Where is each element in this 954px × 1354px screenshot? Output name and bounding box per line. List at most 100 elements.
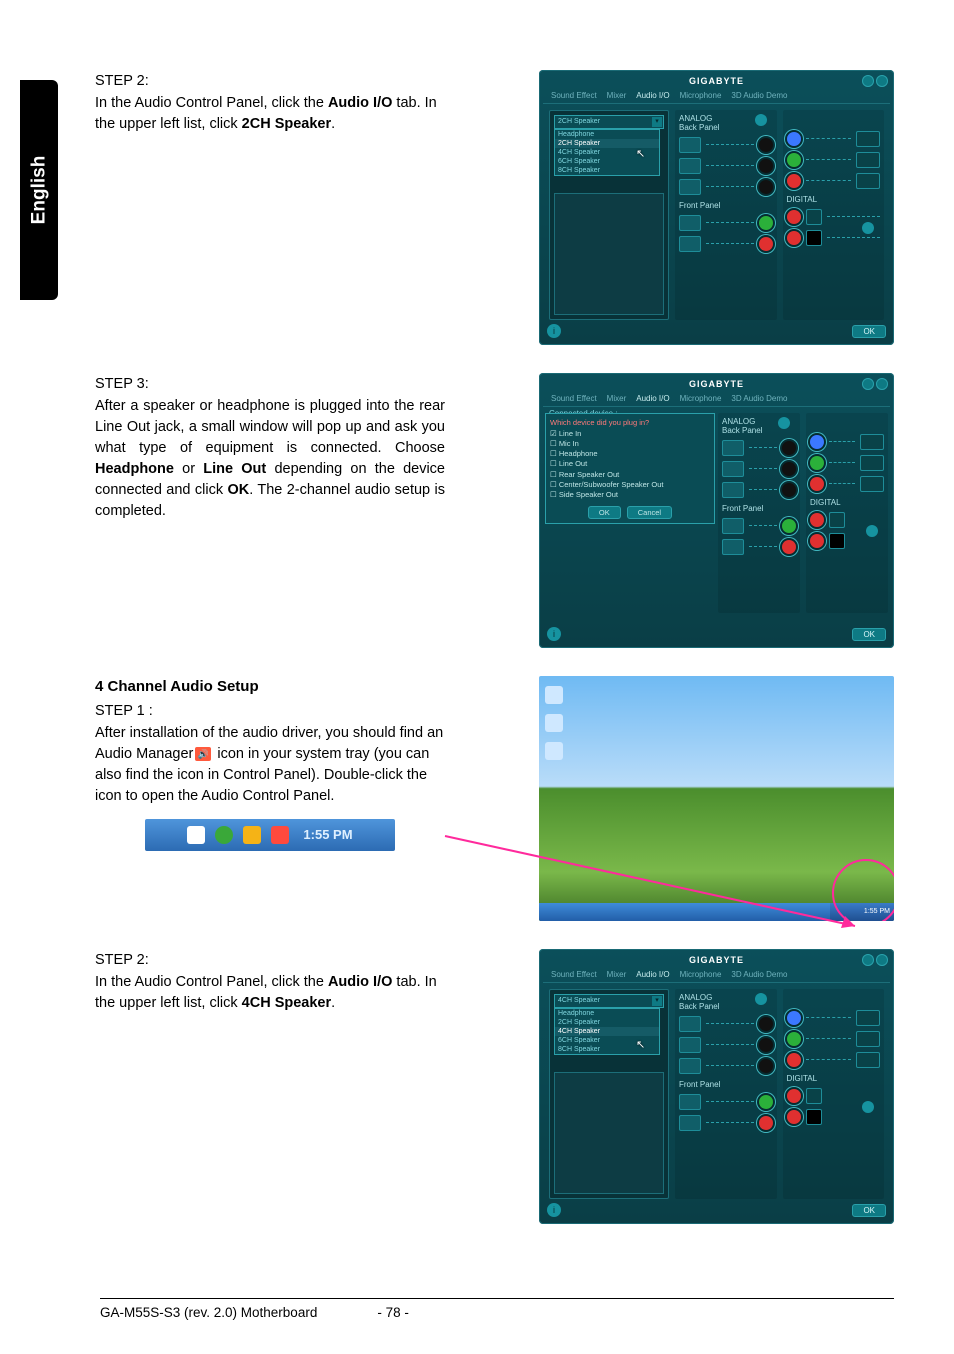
speaker-dropdown[interactable]: 4CH Speaker ▾ — [554, 994, 664, 1008]
popup-ok-button[interactable]: OK — [588, 506, 621, 519]
tool-icon[interactable] — [862, 222, 874, 234]
tab-microphone[interactable]: Microphone — [680, 970, 722, 979]
tab-mixer[interactable]: Mixer — [607, 970, 627, 979]
tool-icon[interactable] — [866, 525, 878, 537]
step2-2ch-block: STEP 2: In the Audio Control Panel, clic… — [95, 70, 894, 345]
audio-control-panel-4ch: GIGABYTE Sound Effect Mixer Audio I/O Mi… — [539, 949, 894, 1224]
tool-icon[interactable] — [862, 1101, 874, 1113]
speaker-config-box: 2CH Speaker ▾ Headphone 2CH Speaker 4CH … — [549, 110, 669, 320]
jack-front-green[interactable] — [759, 216, 773, 230]
tab-audio-io[interactable]: Audio I/O — [636, 394, 669, 403]
jack-green[interactable] — [787, 153, 801, 167]
tab-3d-audio[interactable]: 3D Audio Demo — [731, 91, 787, 100]
option-4ch[interactable]: 4CH Speaker — [555, 1027, 659, 1036]
coax-icon — [806, 230, 822, 246]
audio-control-panel-2ch: GIGABYTE Sound Effect Mixer Audio I/O Mi… — [539, 70, 894, 345]
desktop-icon — [545, 686, 563, 704]
option-2ch[interactable]: 2CH Speaker — [555, 1018, 659, 1027]
audio-manager-tray-icon[interactable] — [271, 826, 289, 844]
chevron-down-icon: ▾ — [652, 117, 662, 127]
chevron-down-icon: ▾ — [652, 996, 662, 1006]
step1-4ch-block: 4 Channel Audio Setup STEP 1 : After ins… — [95, 676, 894, 921]
option-line-out[interactable]: ☐ Line Out — [550, 459, 710, 469]
info-icon[interactable]: i — [547, 627, 561, 641]
speaker-dropdown[interactable]: 2CH Speaker ▾ — [554, 115, 664, 129]
tray-icon — [243, 826, 261, 844]
minimize-icon[interactable] — [862, 378, 874, 390]
digital-label: DIGITAL — [787, 195, 881, 204]
desktop-icon — [545, 714, 563, 732]
tool-icon[interactable] — [755, 993, 767, 1005]
tab-audio-io[interactable]: Audio I/O — [636, 91, 669, 100]
minimize-icon[interactable] — [862, 75, 874, 87]
jack-black3[interactable] — [759, 180, 773, 194]
digital-out-red2[interactable] — [787, 231, 801, 245]
tab-3d-audio[interactable]: 3D Audio Demo — [731, 394, 787, 403]
device-icon — [856, 131, 880, 147]
option-8ch[interactable]: 8CH Speaker — [555, 166, 659, 175]
jack-front-red[interactable] — [759, 237, 773, 251]
option-side-speaker[interactable]: ☐ Side Speaker Out — [550, 490, 710, 500]
room-diagram — [554, 1072, 664, 1194]
step3-block: STEP 3: After a speaker or headphone is … — [95, 373, 894, 648]
tab-sound-effect[interactable]: Sound Effect — [551, 91, 597, 100]
ok-button[interactable]: OK — [852, 1204, 886, 1217]
option-headphone[interactable]: Headphone — [555, 1009, 659, 1018]
language-tab-label: English — [28, 156, 50, 225]
close-icon[interactable] — [876, 378, 888, 390]
audio-control-panel-device-popup: GIGABYTE Sound Effect Mixer Audio I/O Mi… — [539, 373, 894, 648]
ok-button[interactable]: OK — [852, 325, 886, 338]
tool-icon[interactable] — [778, 417, 790, 429]
jack-blue[interactable] — [787, 132, 801, 146]
option-line-in[interactable]: ☑ Line In — [550, 429, 710, 439]
tray-icon — [187, 826, 205, 844]
option-mic-in[interactable]: ☐ Mic In — [550, 439, 710, 449]
step-label: STEP 1 : — [95, 700, 445, 723]
tool-icon[interactable] — [755, 114, 767, 126]
ok-button[interactable]: OK — [852, 628, 886, 641]
jack-black2[interactable] — [759, 159, 773, 173]
option-rear-speaker[interactable]: ☐ Rear Speaker Out — [550, 470, 710, 480]
step3-text: After a speaker or headphone is plugged … — [95, 396, 445, 522]
step2b-text: In the Audio Control Panel, click the Au… — [95, 972, 445, 1014]
option-center-sub[interactable]: ☐ Center/Subwoofer Speaker Out — [550, 480, 710, 490]
option-headphone[interactable]: Headphone — [555, 130, 659, 139]
tab-mixer[interactable]: Mixer — [607, 91, 627, 100]
jack-red[interactable] — [787, 174, 801, 188]
highlight-circle — [832, 859, 894, 921]
tab-sound-effect[interactable]: Sound Effect — [551, 394, 597, 403]
optical-icon — [806, 209, 822, 225]
tray-icon — [215, 826, 233, 844]
tab-3d-audio[interactable]: 3D Audio Demo — [731, 970, 787, 979]
room-diagram — [554, 193, 664, 315]
cursor-icon: ↖ — [636, 1038, 645, 1051]
tab-audio-io[interactable]: Audio I/O — [636, 970, 669, 979]
tab-mixer[interactable]: Mixer — [607, 394, 627, 403]
info-icon[interactable]: i — [547, 1203, 561, 1217]
option-headphone[interactable]: ☐ Headphone — [550, 449, 710, 459]
popup-cancel-button[interactable]: Cancel — [627, 506, 672, 519]
step2a-text: In the Audio Control Panel, click the Au… — [95, 93, 445, 135]
jack-icon — [679, 215, 701, 231]
jack-icon — [679, 236, 701, 252]
page-footer: GA-M55S-S3 (rev. 2.0) Motherboard - 78 - — [100, 1298, 894, 1320]
digital-out-red[interactable] — [787, 210, 801, 224]
step2-4ch-block: STEP 2: In the Audio Control Panel, clic… — [95, 949, 894, 1224]
panel-tabs: Sound Effect Mixer Audio I/O Microphone … — [543, 88, 890, 104]
minimize-icon[interactable] — [862, 954, 874, 966]
language-tab: English — [20, 80, 58, 300]
jack-black[interactable] — [759, 138, 773, 152]
tab-sound-effect[interactable]: Sound Effect — [551, 970, 597, 979]
brand-label: GIGABYTE — [689, 76, 744, 86]
step-label: STEP 3: — [95, 373, 445, 396]
tab-microphone[interactable]: Microphone — [680, 91, 722, 100]
step-label: STEP 2: — [95, 70, 445, 93]
close-icon[interactable] — [876, 75, 888, 87]
info-icon[interactable]: i — [547, 324, 561, 338]
close-icon[interactable] — [876, 954, 888, 966]
jack-icon — [679, 137, 701, 153]
audio-manager-tray-icon: 🔊 — [195, 747, 211, 761]
tray-time: 1:55 PM — [303, 826, 352, 845]
tab-microphone[interactable]: Microphone — [680, 394, 722, 403]
desktop-screenshot: start 1:55 PM — [539, 676, 894, 921]
